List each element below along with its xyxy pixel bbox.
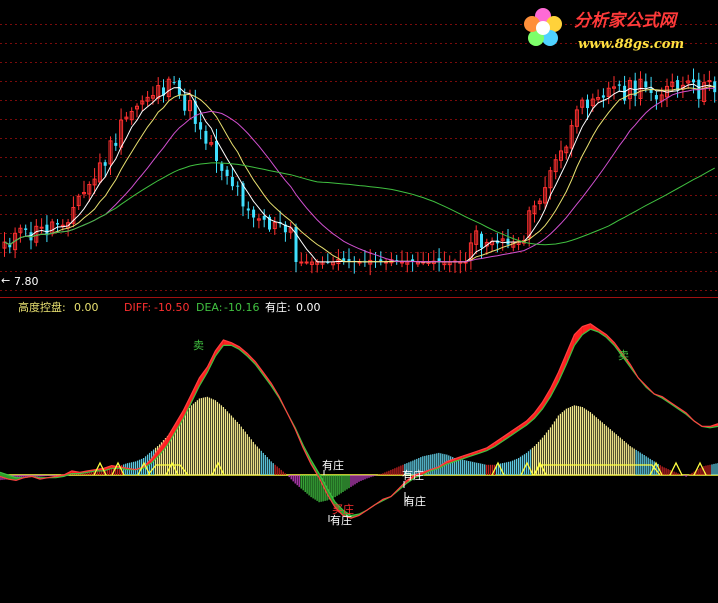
price-low-arrow: ←: [1, 274, 10, 287]
candle-body: [480, 233, 483, 248]
price-panel: [2, 68, 717, 276]
youzhuang-marker-2: 有庄: [402, 468, 424, 482]
diff-value: -10.50: [154, 301, 189, 314]
dea-label: DEA:: [196, 301, 222, 314]
gdkp-label: 高度控盘:: [18, 300, 66, 314]
watermark-url: www.88gs.com: [578, 37, 684, 52]
ma-line-ma10: [4, 85, 715, 263]
diff-label: DIFF:: [124, 301, 151, 314]
candle-body: [56, 223, 59, 225]
yz-value: 0.00: [296, 301, 321, 314]
candle-body: [692, 79, 695, 83]
macd-panel: [0, 323, 718, 522]
candle-body: [220, 163, 224, 171]
candle-body: [601, 95, 605, 98]
candle-body: [644, 81, 648, 88]
youzhuang-marker-4: 有庄: [330, 513, 352, 527]
flower-logo-icon: [524, 8, 562, 46]
candle-body: [230, 176, 234, 187]
price-low-label: 7.80: [14, 275, 39, 288]
gdkp-value: 0.00: [74, 301, 99, 314]
candle-body: [114, 142, 118, 146]
candle-body: [225, 169, 229, 177]
candle-body: [204, 130, 208, 144]
youzhuang-marker-1: 有庄: [322, 458, 344, 472]
candle-body: [183, 94, 187, 111]
candle-body: [39, 226, 44, 229]
candle-body: [299, 261, 304, 264]
yz-label: 有庄:: [265, 300, 291, 314]
dea-line: [0, 328, 718, 517]
candle-body: [586, 99, 589, 109]
watermark-logo: 分析家公式网 www.88gs.com: [524, 8, 684, 52]
ma-line-ma20: [4, 87, 715, 263]
candle-body: [252, 209, 256, 218]
youzhuang-marker-3: 有庄: [404, 494, 426, 508]
candle-body: [45, 224, 49, 236]
diff-line: [0, 323, 718, 519]
candle-body: [172, 82, 176, 84]
dea-value: -10.16: [224, 301, 259, 314]
candle-body: [103, 162, 107, 166]
candle-body: [60, 224, 65, 227]
price-grid: [0, 24, 718, 291]
candle-body: [304, 261, 309, 264]
sell-marker-1: 卖: [193, 339, 204, 352]
watermark-cn: 分析家公式网: [574, 11, 679, 31]
candle-body: [24, 228, 28, 230]
candle-body: [236, 185, 240, 187]
ma-line-ma60: [4, 162, 715, 246]
candle-body: [400, 261, 404, 264]
candle-body: [246, 208, 250, 211]
candle-body: [654, 95, 658, 100]
candle-body: [262, 215, 266, 220]
ma-line-ma5: [4, 83, 715, 263]
candle-body: [617, 84, 621, 86]
stock-chart: ← 7.80 高度控盘: 0.00 DIFF: -10.50 DEA: -10.…: [0, 8, 718, 527]
candle-body: [199, 122, 203, 130]
candle-body: [215, 140, 218, 161]
sell-marker-2: 卖: [618, 349, 629, 362]
